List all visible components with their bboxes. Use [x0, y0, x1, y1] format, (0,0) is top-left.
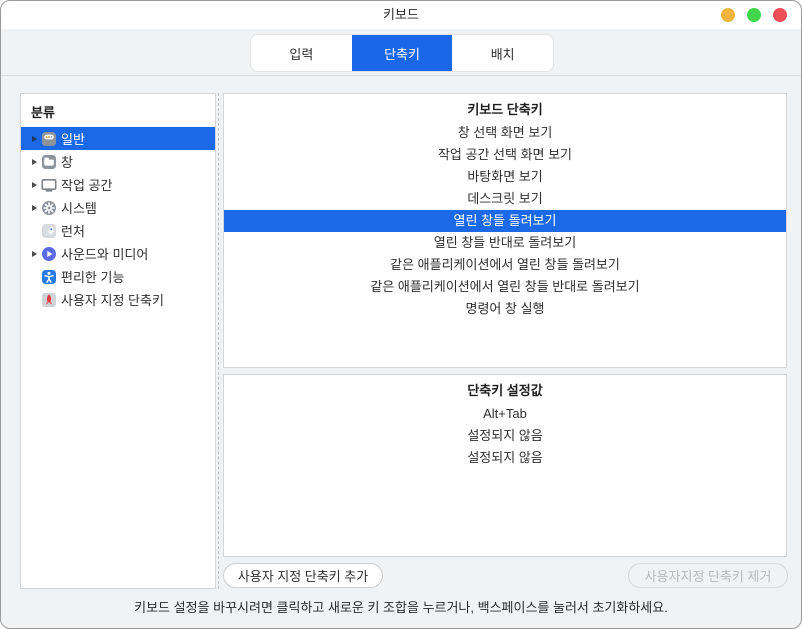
shortcut-item-selected[interactable]: 열린 창들 돌려보기	[224, 210, 786, 232]
sidebar-item-label: 사용자 지정 단축키	[61, 290, 164, 309]
expand-arrow-icon[interactable]	[28, 127, 41, 150]
tab-shortcuts[interactable]: 단축키	[352, 35, 453, 71]
window-title: 키보드	[1, 1, 801, 29]
maximize-button[interactable]	[747, 8, 761, 22]
tab-layout[interactable]: 배치	[452, 35, 553, 71]
sidebar-item-system[interactable]: 시스템	[21, 196, 215, 219]
sidebar-item-label: 일반	[61, 129, 85, 148]
sidebar-item-custom-shortcuts[interactable]: 사용자 지정 단축키	[21, 288, 215, 311]
sidebar-item-accessibility[interactable]: 편리한 기능	[21, 265, 215, 288]
category-panel: 분류 일반 창 작업 공간 시스템	[20, 93, 216, 589]
media-play-icon	[41, 246, 57, 262]
shortcut-item[interactable]: 열린 창들 반대로 돌려보기	[224, 232, 786, 254]
shortcut-item[interactable]: 데스크릿 보기	[224, 188, 786, 210]
keyboard-icon	[41, 131, 57, 147]
shortcut-item[interactable]: 같은 애플리케이션에서 열린 창들 반대로 돌려보기	[224, 276, 786, 298]
add-custom-shortcut-button[interactable]: 사용자 지정 단축키 추가	[223, 563, 383, 588]
custom-shortcut-rocket-icon	[41, 292, 57, 308]
workspace-icon	[41, 177, 57, 193]
category-header: 분류	[21, 94, 215, 127]
shortcut-value-item[interactable]: 설정되지 않음	[224, 425, 786, 447]
sidebar-item-general[interactable]: 일반	[21, 127, 215, 150]
shortcut-value-item[interactable]: 설정되지 않음	[224, 447, 786, 469]
panel-splitter[interactable]	[218, 93, 219, 589]
remove-custom-shortcut-button: 사용자지정 단축키 제거	[628, 563, 788, 588]
window-controls	[721, 8, 787, 22]
minimize-button[interactable]	[721, 8, 735, 22]
sidebar-item-launcher[interactable]: 런처	[21, 219, 215, 242]
expand-arrow-icon[interactable]	[28, 173, 41, 196]
sidebar-item-label: 작업 공간	[61, 175, 112, 194]
sidebar-item-workspace[interactable]: 작업 공간	[21, 173, 215, 196]
shortcut-item[interactable]: 명령어 창 실행	[224, 298, 786, 320]
tab-bar: 입력 단축키 배치	[1, 29, 801, 76]
sidebar-item-label: 편리한 기능	[61, 267, 124, 286]
shortcut-list-panel: 키보드 단축키 창 선택 화면 보기 작업 공간 선택 화면 보기 바탕화면 보…	[223, 93, 787, 368]
shortcut-item[interactable]: 작업 공간 선택 화면 보기	[224, 144, 786, 166]
sidebar-item-window[interactable]: 창	[21, 150, 215, 173]
shortcut-value-header: 단축키 설정값	[224, 379, 786, 403]
keyboard-settings-window: 키보드 입력 단축키 배치 분류 일반 창	[0, 0, 802, 629]
tab-segmented-control: 입력 단축키 배치	[250, 34, 554, 72]
accessibility-icon	[41, 269, 57, 285]
expand-spacer	[28, 288, 41, 311]
expand-spacer	[28, 265, 41, 288]
launcher-rocket-icon	[41, 223, 57, 239]
window-icon	[41, 154, 57, 170]
system-gear-icon	[41, 200, 57, 216]
expand-arrow-icon[interactable]	[28, 196, 41, 219]
expand-arrow-icon[interactable]	[28, 242, 41, 265]
sidebar-item-label: 런처	[61, 221, 85, 240]
titlebar[interactable]: 키보드	[1, 1, 801, 29]
sidebar-item-label: 사운드와 미디어	[61, 244, 148, 263]
expand-spacer	[28, 219, 41, 242]
shortcut-item[interactable]: 창 선택 화면 보기	[224, 122, 786, 144]
shortcut-list-header: 키보드 단축키	[224, 98, 786, 122]
close-button[interactable]	[773, 8, 787, 22]
shortcut-item[interactable]: 같은 애플리케이션에서 열린 창들 돌려보기	[224, 254, 786, 276]
sidebar-item-sound-media[interactable]: 사운드와 미디어	[21, 242, 215, 265]
hint-text: 키보드 설정을 바꾸시려면 클릭하고 새로운 키 조합을 누르거나, 백스페이스…	[1, 597, 801, 616]
shortcut-value-panel: 단축키 설정값 Alt+Tab 설정되지 않음 설정되지 않음	[223, 374, 787, 557]
sidebar-item-label: 창	[61, 152, 73, 171]
expand-arrow-icon[interactable]	[28, 150, 41, 173]
sidebar-item-label: 시스템	[61, 198, 97, 217]
shortcut-value-item[interactable]: Alt+Tab	[224, 403, 786, 425]
shortcut-item[interactable]: 바탕화면 보기	[224, 166, 786, 188]
tab-input[interactable]: 입력	[251, 35, 352, 71]
